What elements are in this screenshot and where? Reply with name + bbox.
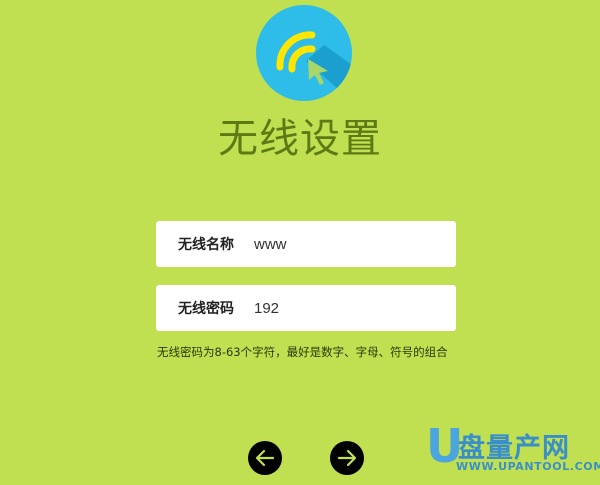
password-hint: 无线密码为8-63个字符，最好是数字、字母、符号的组合 xyxy=(157,345,448,359)
password-field: 无线密码 xyxy=(156,285,456,331)
password-label: 无线密码 xyxy=(178,301,234,317)
ssid-label: 无线名称 xyxy=(178,237,234,253)
arrow-right-icon xyxy=(337,449,357,467)
page-title: 无线设置 xyxy=(218,116,382,162)
ssid-field: 无线名称 xyxy=(156,221,456,267)
password-input[interactable] xyxy=(254,299,434,317)
prev-button[interactable] xyxy=(248,441,282,475)
watermark-url: WWW.UPANTOOL.COM xyxy=(456,460,600,473)
ssid-input[interactable] xyxy=(254,235,434,253)
arrow-left-icon xyxy=(255,449,275,467)
wifi-cursor-icon xyxy=(256,5,352,101)
next-button[interactable] xyxy=(330,441,364,475)
watermark: U 盘量产网 WWW.UPANTOOL.COM xyxy=(424,422,600,480)
wifi-logo xyxy=(256,5,352,101)
